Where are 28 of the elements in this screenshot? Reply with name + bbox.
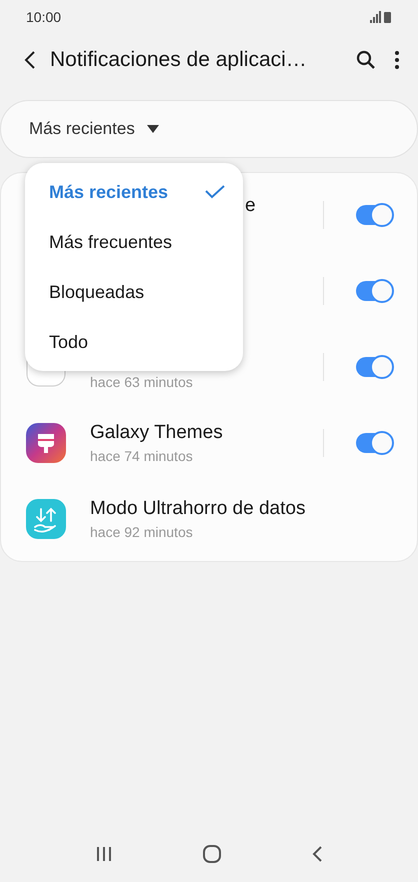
back-icon[interactable] xyxy=(24,50,36,70)
notification-switch[interactable] xyxy=(356,281,392,301)
sort-dropdown[interactable]: Más recientes xyxy=(0,100,418,158)
menu-item[interactable]: Más frecuentes xyxy=(25,217,243,267)
app-name: e xyxy=(244,195,257,217)
search-icon[interactable] xyxy=(356,50,376,70)
notification-switch[interactable] xyxy=(356,205,392,225)
notification-switch[interactable] xyxy=(356,433,392,453)
menu-item[interactable]: Todo xyxy=(25,317,243,367)
recent-apps-icon[interactable] xyxy=(96,847,112,861)
menu-item[interactable]: Más recientes xyxy=(25,167,243,217)
notification-switch[interactable] xyxy=(356,357,392,377)
home-icon[interactable] xyxy=(202,845,221,863)
notification-time: hace 92 minutos xyxy=(90,524,194,540)
nav-back-icon[interactable] xyxy=(312,846,322,862)
app-name: Modo Ultrahorro de datos xyxy=(90,498,306,520)
status-time: 10:00 xyxy=(26,9,62,25)
app-name: Galaxy Themes xyxy=(90,422,224,444)
signal-battery-icon xyxy=(370,11,392,23)
data-saver-app-icon xyxy=(26,499,66,539)
more-options-icon[interactable] xyxy=(394,50,400,70)
menu-item[interactable]: Bloqueadas xyxy=(25,267,243,317)
check-icon xyxy=(205,185,225,199)
caret-icon xyxy=(146,125,159,133)
notification-time: hace 63 minutos xyxy=(90,374,194,390)
notification-time: hace 74 minutos xyxy=(90,448,194,464)
page-title: Notificaciones de aplicaci… xyxy=(50,48,308,72)
paint-brush-app-icon xyxy=(26,423,66,463)
